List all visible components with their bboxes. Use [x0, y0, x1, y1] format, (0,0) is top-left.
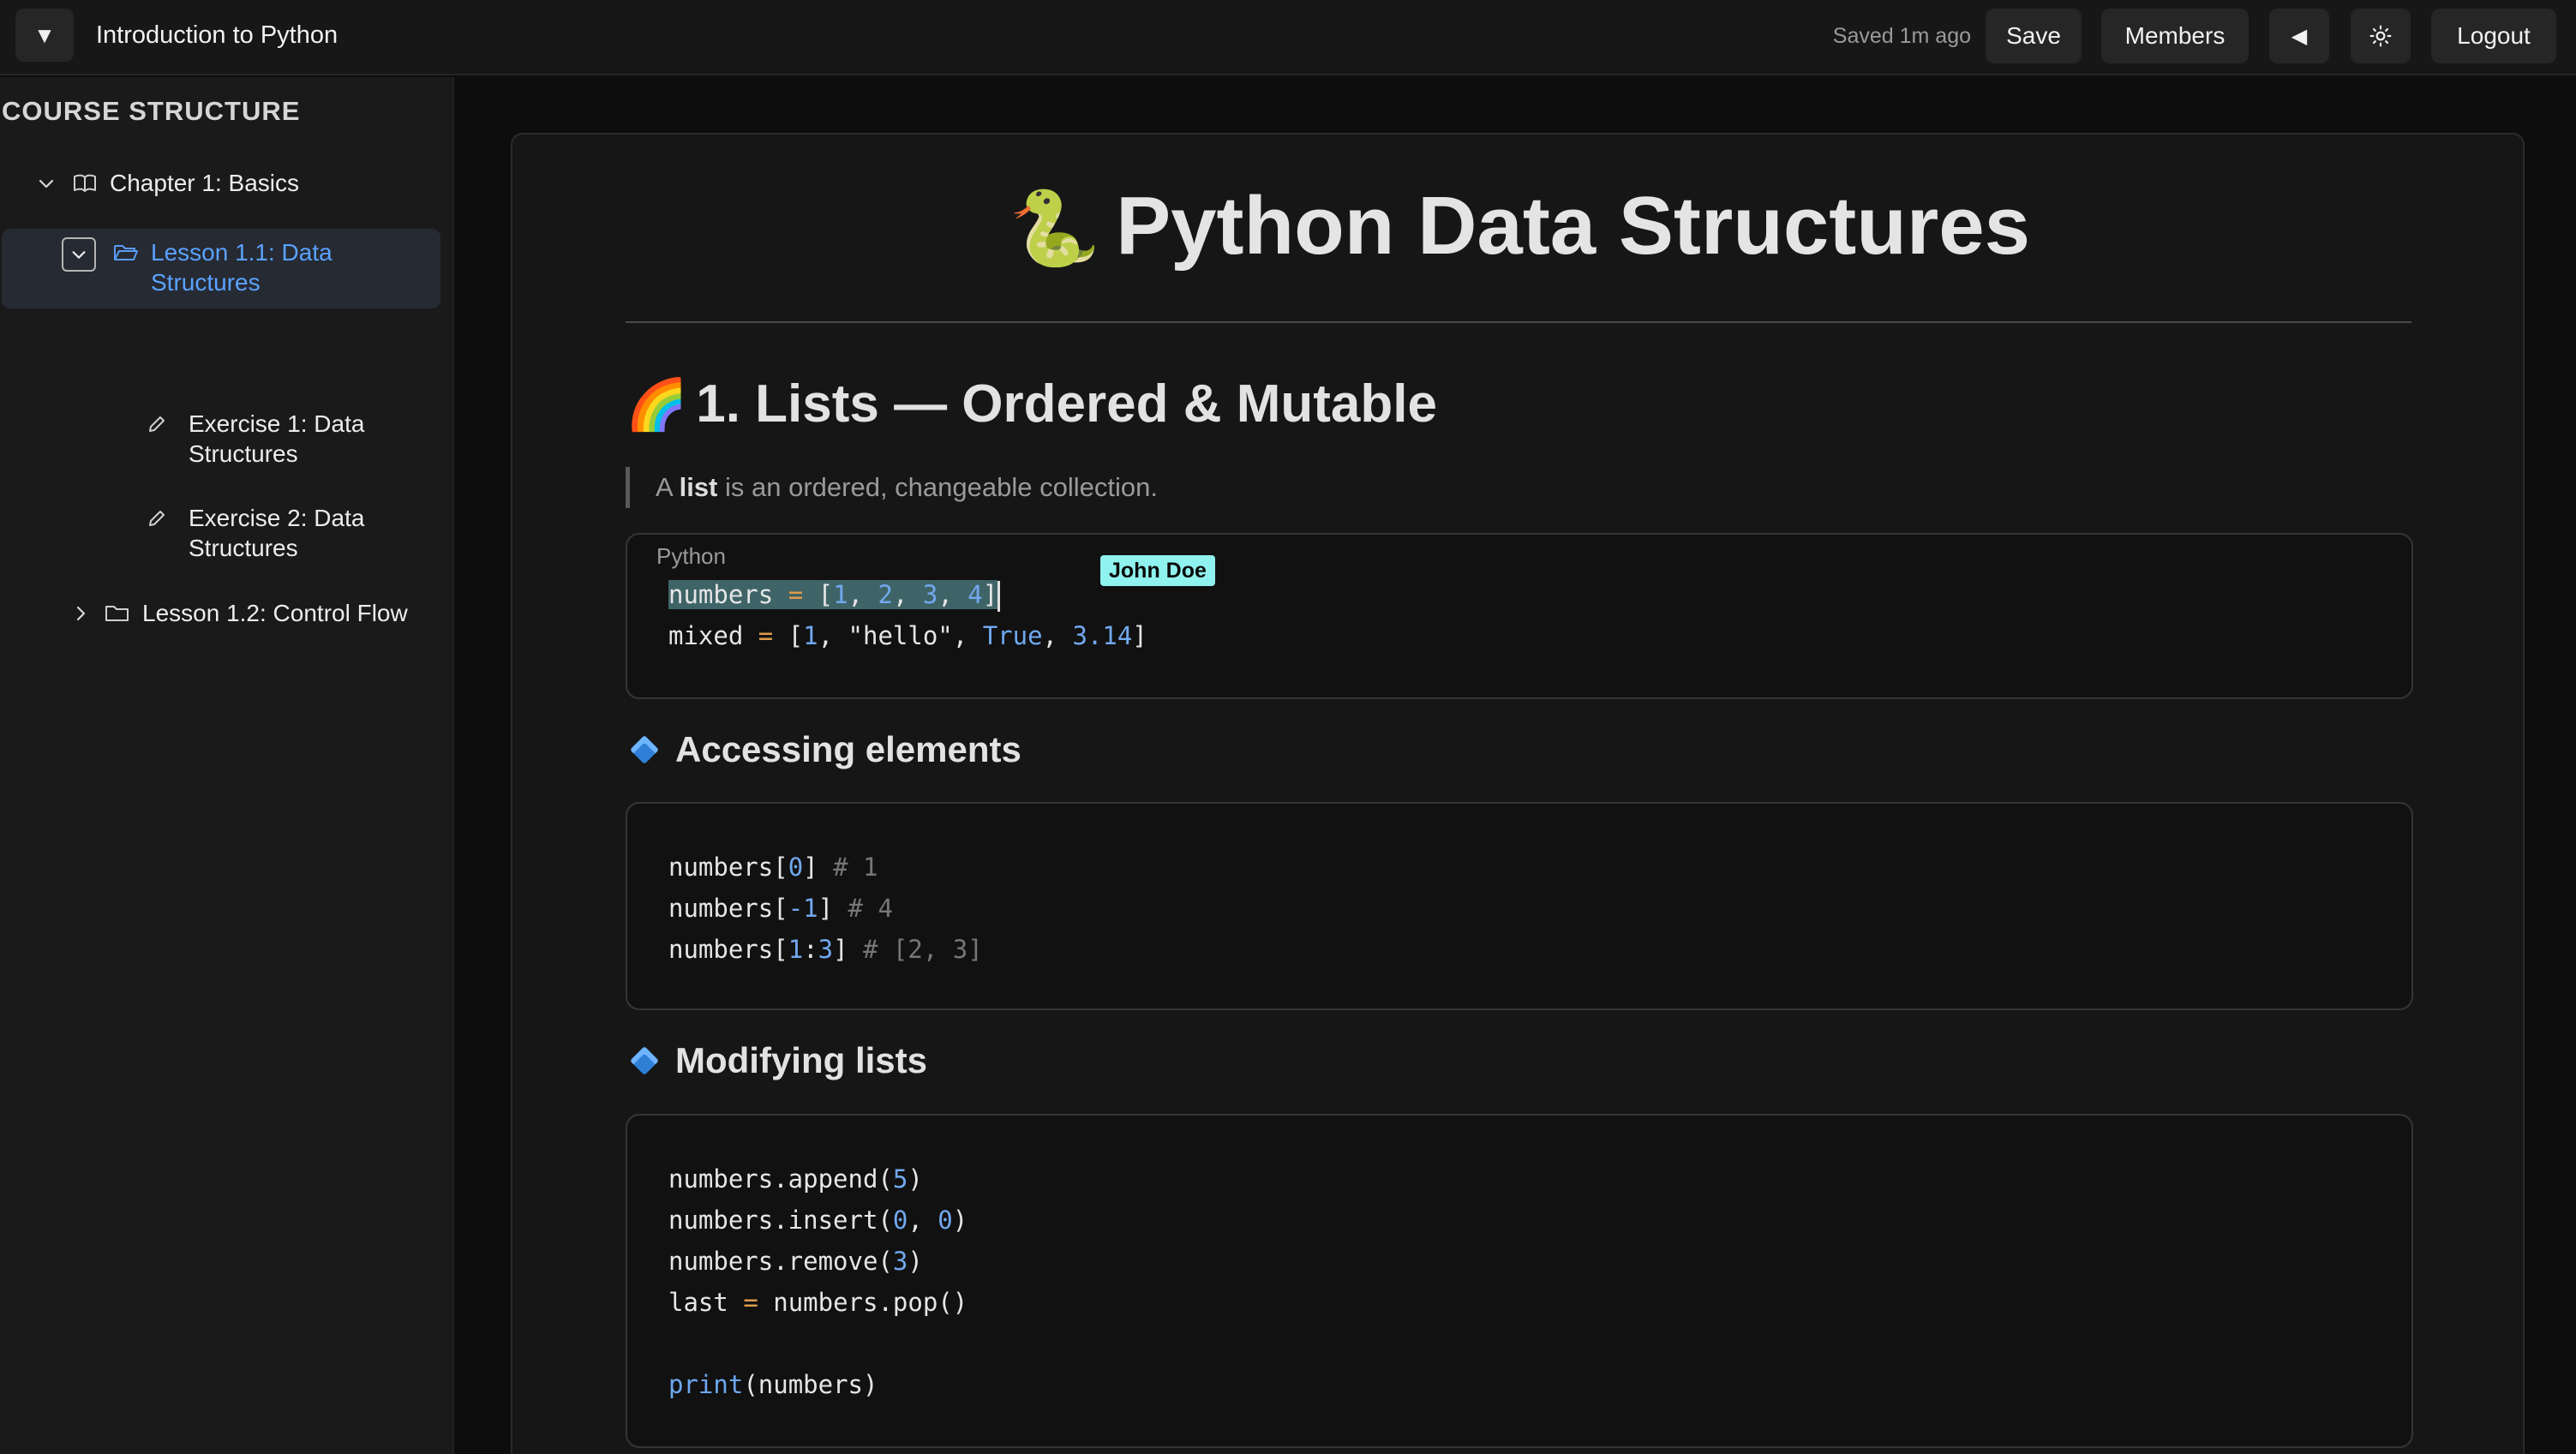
tree-item-chapter-1[interactable]: Chapter 1: Basics: [33, 168, 299, 198]
code-token: numbers = [1, 2, 3, 4]: [668, 580, 998, 609]
course-title: Introduction to Python: [96, 21, 338, 49]
quote-text-prefix: A: [656, 472, 680, 502]
saved-status: Saved 1m ago: [1832, 24, 1971, 48]
snake-icon: 🐍: [1009, 188, 1101, 270]
code-token: =: [743, 1288, 758, 1317]
code-block-accessing[interactable]: numbers[0] # 1 numbers[-1] # 4 numbers[1…: [626, 802, 2413, 1010]
tree-item-label: Lesson 1.1: Data Structures: [151, 239, 332, 296]
lesson-editor[interactable]: 🐍 Python Data Structures 🌈 1. Lists — Orde…: [511, 133, 2525, 1454]
tree-item-exercise-2[interactable]: Exercise 2: Data Structures: [144, 503, 403, 563]
course-structure-sidebar: COURSE STRUCTURE Chapter 1: Basics Lesso…: [0, 77, 454, 1454]
code-token: # 1: [833, 853, 878, 882]
code-token: =: [758, 621, 774, 650]
code-token: 4: [967, 580, 983, 609]
code-token: 2: [878, 580, 893, 609]
text-cursor: [997, 581, 1001, 612]
tree-item-label: Exercise 2: Data Structures: [189, 505, 365, 561]
code-token: 0: [788, 853, 804, 882]
code-token: 0: [892, 1206, 908, 1235]
code-token: 5: [892, 1164, 908, 1194]
code-token: =: [788, 580, 804, 609]
tree-item-label: Chapter 1: Basics: [110, 170, 299, 196]
folder-open-icon: [113, 237, 139, 267]
code-token: print: [668, 1370, 744, 1399]
subheading-accessing[interactable]: Accessing elements: [626, 726, 1021, 774]
tree-item-lesson-1-1-row[interactable]: Lesson 1.1: Data Structures: [62, 237, 374, 297]
page-title[interactable]: 🐍 Python Data Structures: [512, 179, 2526, 276]
tree-item-label: Exercise 1: Data Structures: [189, 410, 365, 467]
code-token: 1: [788, 935, 804, 964]
code-block-modifying[interactable]: numbers.append(5) numbers.insert(0, 0) n…: [626, 1114, 2413, 1448]
code-token: 1: [833, 580, 848, 609]
page-title-text: Python Data Structures: [1116, 180, 2030, 272]
code-language-label: Python: [656, 543, 726, 569]
folder-icon: [105, 598, 130, 628]
code-token: # 4: [848, 894, 893, 923]
top-bar: ▼ Introduction to Python Saved 1m ago Sa…: [0, 0, 2576, 75]
divider: [626, 321, 2411, 323]
quote-bold-term: list: [679, 472, 718, 502]
subheading-text: Modifying lists: [675, 1040, 927, 1080]
code-block-lists[interactable]: Python John Doe numbers = [1, 2, 3, 4] m…: [626, 533, 2413, 699]
code-token: 3: [922, 580, 938, 609]
code-token: 3: [818, 935, 834, 964]
chevron-down-icon[interactable]: [62, 237, 96, 272]
quote-text-suffix: is an ordered, changeable collection.: [717, 472, 1158, 502]
chevron-right-icon[interactable]: [67, 598, 94, 628]
sun-icon: [2369, 25, 2392, 47]
menu-toggle-button[interactable]: ▼: [15, 9, 74, 62]
save-button[interactable]: Save: [1986, 9, 2082, 63]
code-token: 3: [892, 1247, 908, 1276]
members-button[interactable]: Members: [2101, 9, 2249, 63]
theme-toggle-button[interactable]: [2351, 9, 2411, 63]
logout-button[interactable]: Logout: [2431, 9, 2556, 63]
code-token: -1: [788, 894, 818, 923]
code-token: 1: [803, 621, 818, 650]
code-token: 0: [938, 1206, 953, 1235]
pencil-icon: [144, 409, 170, 439]
tree-item-exercise-1[interactable]: Exercise 1: Data Structures: [144, 409, 403, 469]
code-lines: numbers[0] # 1 numbers[-1] # 4 numbers[1…: [668, 853, 983, 964]
tree-item-label: Lesson 1.2: Control Flow: [142, 600, 408, 626]
rainbow-icon: 🌈: [626, 377, 688, 433]
code-lines: numbers.append(5) numbers.insert(0, 0) n…: [668, 1164, 968, 1399]
section-heading[interactable]: 🌈 1. Lists — Ordered & Mutable: [626, 370, 1437, 440]
blue-diamond-icon: [630, 1046, 659, 1075]
code-token: True: [982, 621, 1043, 650]
chevron-down-icon[interactable]: [33, 168, 60, 198]
section-heading-text: 1. Lists — Ordered & Mutable: [696, 374, 1437, 434]
sidebar-heading: COURSE STRUCTURE: [2, 96, 301, 126]
code-lines: numbers = [1, 2, 3, 4] mixed = [1, "hell…: [668, 580, 1147, 650]
blue-diamond-icon: [630, 735, 659, 764]
subheading-text: Accessing elements: [675, 729, 1021, 769]
pencil-icon: [144, 503, 170, 533]
tree-item-lesson-1-2[interactable]: Lesson 1.2: Control Flow: [67, 598, 408, 628]
subheading-modifying[interactable]: Modifying lists: [626, 1037, 927, 1085]
code-token: 3.14: [1072, 621, 1133, 650]
book-icon: [72, 168, 98, 198]
blockquote[interactable]: A list is an ordered, changeable collect…: [626, 467, 1158, 508]
collapse-panel-button[interactable]: ◀: [2269, 9, 2329, 63]
code-token: # [2, 3]: [863, 935, 983, 964]
